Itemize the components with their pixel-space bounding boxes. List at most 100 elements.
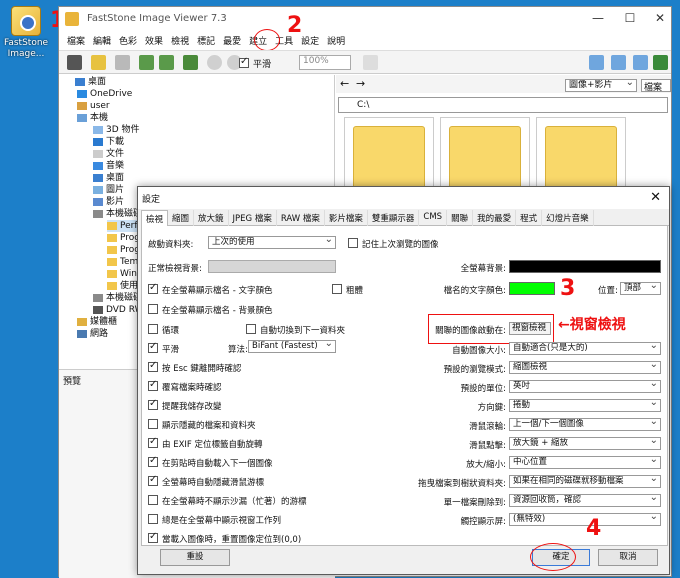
tree-item[interactable]: 網路 [77,329,108,340]
tree-item[interactable]: 使用 [107,281,138,292]
tree-item[interactable]: Tem [107,257,138,268]
tab-programs[interactable]: 程式 [516,210,543,226]
tree-item[interactable]: 媒體櫃 [77,317,117,328]
option-checkbox[interactable] [148,360,158,372]
fs-filename-text-checkbox[interactable] [148,282,158,294]
loop-checkbox[interactable] [148,324,158,334]
remember-last-checkbox[interactable] [348,238,358,248]
close-icon[interactable]: ✕ [649,11,671,27]
row-dropdown[interactable]: 縮圖檢視 [509,361,661,374]
option-checkbox[interactable] [148,398,158,410]
tab-favorites[interactable]: 我的最愛 [473,210,517,226]
zoom-input[interactable]: 100% [299,55,351,70]
tree-item[interactable]: Win [107,269,137,280]
option-checkbox[interactable] [148,455,158,467]
position-dropdown[interactable]: 頂部 [620,282,661,295]
tab-magnifier[interactable]: 放大鏡 [194,210,229,226]
fullscreen-bg-color-swatch[interactable] [509,260,661,273]
row-dropdown[interactable]: 中心位置 [509,456,661,469]
option-checkbox[interactable] [148,474,158,486]
normal-bg-color-swatch[interactable] [208,260,336,273]
bold-checkbox[interactable] [332,284,342,294]
smooth-checkbox[interactable] [148,341,158,353]
row-dropdown[interactable]: 自動適合(只是大的) [509,342,661,355]
option-checkbox[interactable] [148,531,158,543]
filter-dropdown[interactable]: 圖像+影片 [565,79,637,92]
tree-item[interactable]: 圖片 [93,185,124,196]
prev-icon[interactable] [139,55,154,70]
option-checkbox[interactable] [148,495,158,505]
tree-item[interactable]: 本機 [77,113,108,124]
menu-favorites[interactable]: 最愛 [223,34,241,47]
tree-item[interactable]: 3D 物件 [93,125,140,136]
row-dropdown[interactable]: 如果在相同的磁碟就移動檔案 [509,475,661,488]
tab-slideshow-music[interactable]: 幻燈片音樂 [542,210,594,226]
tree-item-selected[interactable]: 本機磁碟 [93,209,142,220]
layout-2-icon[interactable] [611,55,626,70]
minimize-icon[interactable]: — [587,11,609,27]
folder-thumbnail[interactable] [344,117,434,197]
algorithm-dropdown[interactable]: BiFant (Fastest) [248,340,336,353]
tree-item[interactable]: 本機磁碟 [93,293,142,304]
option-checkbox[interactable] [148,436,158,448]
tree-item[interactable]: 影片 [93,197,124,208]
filename-color-swatch[interactable] [509,282,555,295]
camera-icon[interactable] [67,55,82,70]
layout-1-icon[interactable] [589,55,604,70]
row-dropdown[interactable]: (無特效) [509,513,661,526]
tab-raw[interactable]: RAW 檔案 [277,210,325,226]
menu-color[interactable]: 色彩 [119,34,137,47]
menu-view[interactable]: 檢視 [171,34,189,47]
forward-arrow-icon[interactable]: → [356,77,365,90]
tab-dual-monitor[interactable]: 雙重顯示器 [368,210,420,226]
zoom-in-icon[interactable] [207,55,222,70]
option-checkbox[interactable] [148,514,158,524]
maximize-icon[interactable]: ☐ [619,11,641,27]
tab-cms[interactable]: CMS [419,210,448,226]
desktop-icon-faststone[interactable]: FastStone Image... [4,4,48,60]
hand-icon[interactable] [363,55,378,70]
row-dropdown[interactable]: 上一個/下一個圖像 [509,418,661,431]
row-dropdown[interactable]: 資源回收筒，確認 [509,494,661,507]
option-checkbox[interactable] [148,379,158,391]
layout-3-icon[interactable] [633,55,648,70]
auto-next-folder-checkbox[interactable] [246,324,256,334]
menu-tag[interactable]: 標記 [197,34,215,47]
tree-item[interactable]: Prog [107,233,140,244]
tab-video[interactable]: 影片檔案 [325,210,368,226]
tab-thumbnail[interactable]: 縮圖 [168,210,195,226]
association-open-dropdown[interactable]: 視窗檢視 [509,322,551,335]
tab-association[interactable]: 關聯 [447,210,474,226]
folder-thumbnail[interactable] [536,117,626,197]
reset-button[interactable]: 重設 [160,549,230,566]
fs-filename-bg-checkbox[interactable] [148,304,158,314]
menu-edit[interactable]: 編輯 [93,34,111,47]
menu-help[interactable]: 說明 [327,34,345,47]
rotate-icon[interactable] [183,55,198,70]
menu-file[interactable]: 檔案 [67,34,85,47]
tree-item[interactable]: user [77,101,110,112]
tree-item[interactable]: 下載 [93,137,124,148]
tree-item[interactable]: DVD RW [93,305,144,316]
tree-item[interactable]: 桌面 [93,173,124,184]
tab-jpeg[interactable]: JPEG 檔案 [229,210,277,226]
dialog-close-icon[interactable]: ✕ [650,190,661,205]
back-arrow-icon[interactable]: ← [340,77,349,90]
menu-settings[interactable]: 設定 [301,34,319,47]
tree-item[interactable]: Prog [107,245,140,256]
save-icon[interactable] [115,55,130,70]
folder-thumbnail[interactable] [440,117,530,197]
smooth-checkbox[interactable] [239,56,249,68]
path-input[interactable]: C:\ [338,97,668,113]
open-folder-icon[interactable] [91,55,106,70]
row-dropdown[interactable]: 捲動 [509,399,661,412]
option-checkbox[interactable] [148,419,158,429]
tree-item[interactable]: 音樂 [93,161,124,172]
cancel-button[interactable]: 取消 [598,549,658,566]
tree-item[interactable]: 桌面 [75,77,106,88]
startup-folder-dropdown[interactable]: 上次的使用 [208,236,336,249]
tree-item[interactable]: OneDrive [77,89,132,100]
sort-dropdown[interactable]: 檔案名稱 [641,79,671,92]
fullscreen-icon[interactable] [653,55,668,70]
menu-effects[interactable]: 效果 [145,34,163,47]
